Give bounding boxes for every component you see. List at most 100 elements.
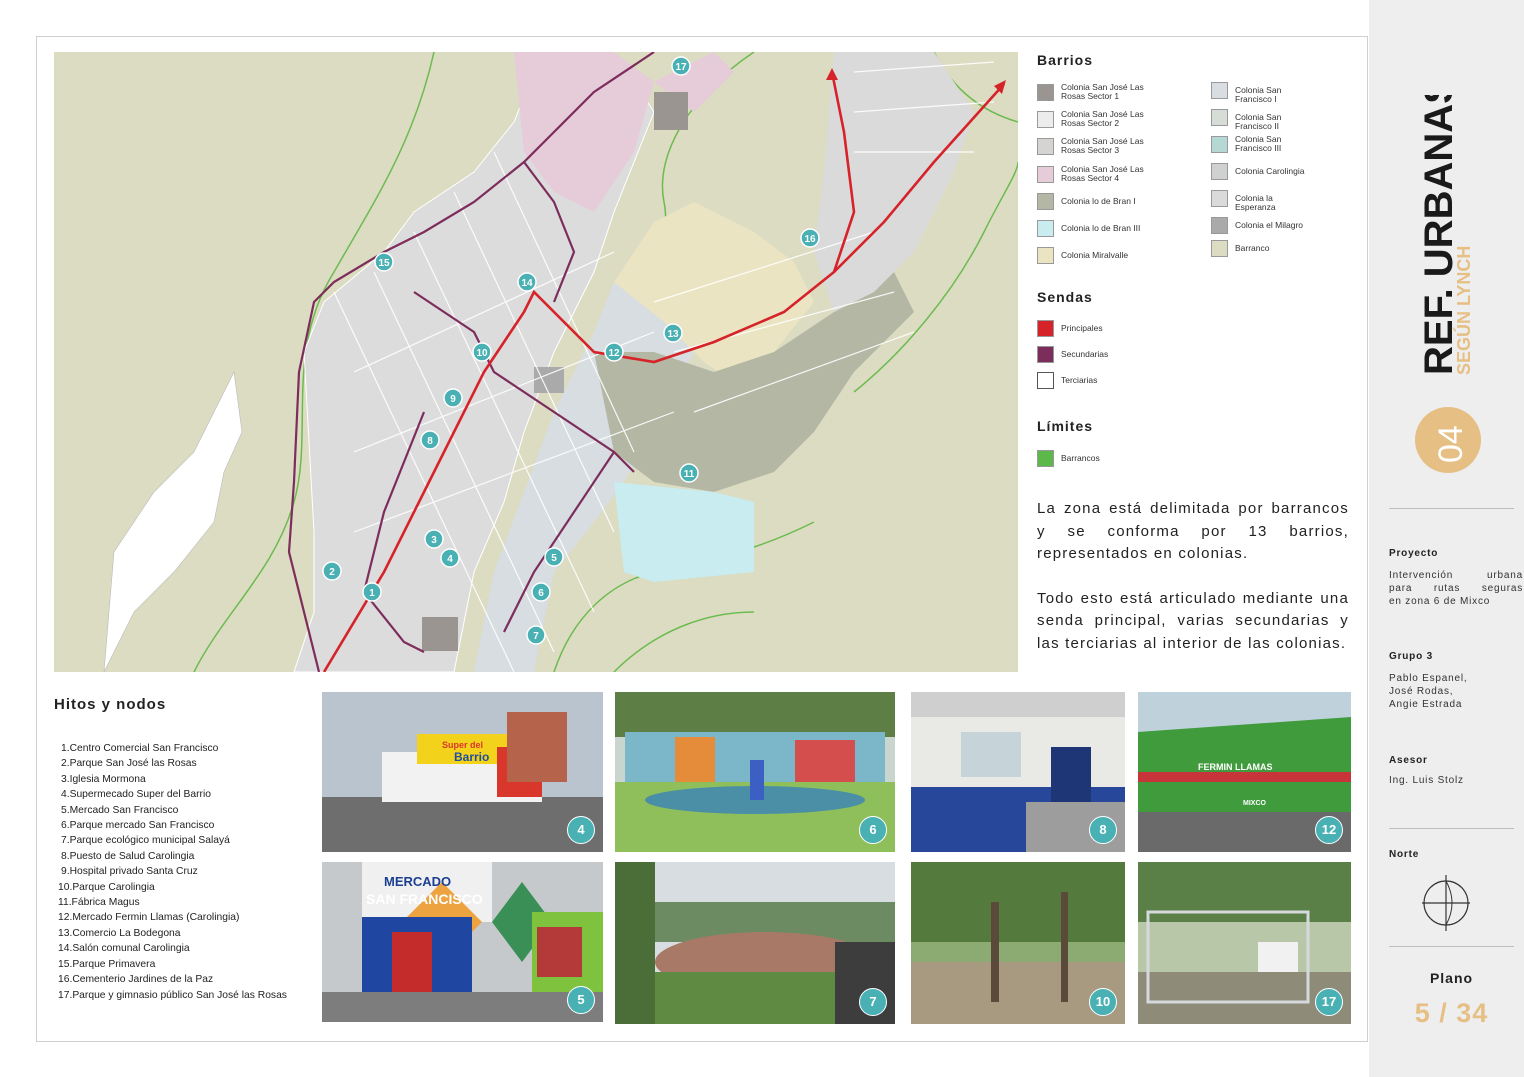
svg-text:1: 1 (369, 588, 375, 599)
proyecto-text: Intervención urbana para rutas seguras e… (1389, 570, 1523, 607)
senda-label: Principales (1061, 323, 1103, 333)
svg-text:12: 12 (608, 348, 620, 359)
map-marker-12: 12 (604, 342, 624, 362)
divider (1389, 508, 1514, 509)
photo-badge: 5 (567, 986, 595, 1014)
barrio-swatch (1037, 166, 1054, 183)
photo-badge: 6 (859, 816, 887, 844)
photo-badge: 10 (1089, 988, 1117, 1016)
senda-swatch (1037, 372, 1054, 389)
svg-text:7: 7 (533, 631, 539, 642)
photo-parque-mercado: 6 (615, 692, 895, 852)
legend-barrios-title: Barrios (1037, 52, 1094, 68)
barrio-label: Colonia San José Las Rosas Sector 3 (1061, 136, 1144, 155)
barrio-swatch (1211, 109, 1228, 126)
svg-text:6: 6 (538, 588, 544, 599)
barrio-swatch (1211, 217, 1228, 234)
barrio-label: Colonia Miralvalle (1061, 250, 1129, 260)
svg-text:8: 8 (427, 436, 433, 447)
norte-label: Norte (1389, 849, 1420, 860)
hito-item: 1.Centro Comercial San Francisco (61, 743, 219, 754)
barrio-swatch (1211, 82, 1228, 99)
divider (1389, 946, 1514, 947)
map-marker-11: 11 (679, 463, 699, 483)
photo-badge: 8 (1089, 816, 1117, 844)
svg-text:MERCADO: MERCADO (384, 874, 451, 889)
grupo-members: Pablo Espanel, José Rodas, Angie Estrada (1389, 673, 1468, 710)
hito-item: 7.Parque ecológico municipal Salayá (61, 835, 230, 847)
svg-text:10: 10 (476, 348, 488, 359)
barrio-label: Barranco (1235, 243, 1270, 253)
proyecto-label: Proyecto (1389, 548, 1439, 559)
svg-text:2: 2 (329, 567, 335, 578)
north-arrow-icon (1422, 875, 1470, 931)
hito-item: 11.Fábrica Magus (58, 897, 140, 909)
photo-mercado-san-francisco: MERCADO SAN FRANCISCO 5 (322, 862, 603, 1022)
svg-text:5: 5 (551, 553, 557, 564)
map-marker-6: 6 (531, 582, 551, 602)
senda-swatch (1037, 346, 1054, 363)
map-marker-5: 5 (544, 547, 564, 567)
hito-item: 12.Mercado Fermin Llamas (Carolingia) (58, 912, 240, 924)
svg-text:FERMIN LLAMAS: FERMIN LLAMAS (1198, 762, 1273, 772)
svg-text:17: 17 (675, 62, 687, 73)
senda-label: Secundarias (1061, 349, 1109, 359)
hitos-title: Hitos y nodos (54, 696, 167, 713)
svg-text:Super del: Super del (442, 740, 483, 750)
hitos-list: 1.Centro Comercial San Francisco 2.Parque… (58, 741, 287, 1003)
barrio-swatch (1211, 190, 1228, 207)
hito-item: 9.Hospital privado Santa Cruz (61, 866, 198, 878)
hito-item: 3.Iglesia Mormona (61, 773, 146, 785)
limite-label: Barrancos (1061, 453, 1100, 463)
barrio-label: Colonia la Esperanza (1235, 193, 1276, 212)
svg-text:Barrio: Barrio (454, 750, 489, 764)
photo-mercado-fermin-llamas: FERMIN LLAMAS MIXCO 12 (1138, 692, 1351, 852)
barrio-swatch (1037, 193, 1054, 210)
hito-item: 13.Comercio La Bodegona (58, 927, 181, 939)
plano-label: Plano (1429, 970, 1474, 986)
photo-parque-gimnasio: 17 (1138, 862, 1351, 1024)
map-marker-8: 8 (420, 430, 440, 450)
barrio-label: Colonia San José Las Rosas Sector 1 (1061, 82, 1144, 101)
site-map: 1 2 3 4 5 6 7 8 9 10 11 12 13 14 15 16 1… (54, 52, 1018, 672)
photo-parque-salaya: 7 (615, 862, 895, 1024)
barrio-swatch (1037, 220, 1054, 237)
map-marker-1: 1 (362, 582, 382, 602)
map-marker-15: 15 (374, 252, 394, 272)
photo-badge: 17 (1315, 988, 1343, 1016)
hito-item: 10.Parque Carolingia (58, 881, 155, 893)
svg-text:13: 13 (667, 329, 679, 340)
map-marker-13: 13 (663, 323, 683, 343)
sheet-number: 04 (1432, 425, 1470, 463)
barrio-label: Colonia San Francisco II (1235, 112, 1282, 131)
svg-text:11: 11 (684, 469, 695, 480)
barrio-label: Colonia Carolingia (1235, 166, 1305, 176)
svg-text:SAN FRANCISCO: SAN FRANCISCO (366, 891, 483, 907)
photo-badge: 4 (567, 816, 595, 844)
barrio-label: Colonia lo de Bran III (1061, 223, 1141, 233)
barrio-swatch (1037, 138, 1054, 155)
hito-item: 8.Puesto de Salud Carolingia (61, 850, 195, 862)
barrio-swatch (1037, 84, 1054, 101)
plano-number: 5 / 34 (1414, 998, 1489, 1028)
map-marker-10: 10 (472, 342, 492, 362)
legend-limites-title: Límites (1037, 418, 1094, 434)
map-marker-3: 3 (424, 529, 444, 549)
svg-text:14: 14 (521, 278, 533, 289)
description-paragraph: La zona está delimitada por barrancos y … (1037, 500, 1349, 562)
photo-parque-carolingia: 10 (911, 862, 1125, 1024)
legend-sendas-title: Sendas (1037, 289, 1093, 305)
barrio-label: Colonia el Milagro (1235, 220, 1304, 230)
hito-item: 6.Parque mercado San Francisco (61, 820, 215, 832)
barrio-swatch (1037, 247, 1054, 264)
map-marker-2: 2 (322, 561, 342, 581)
barrio-label: Colonia San Francisco III (1235, 134, 1282, 153)
photo-badge: 12 (1315, 816, 1343, 844)
svg-text:4: 4 (447, 554, 453, 565)
barrio-label: Colonia lo de Bran I (1061, 196, 1136, 206)
hito-item: 2.Parque San José las Rosas (61, 758, 197, 770)
hito-item: 4.Supermecado Super del Barrio (61, 789, 211, 801)
photo-puesto-salud: 8 (911, 692, 1125, 852)
barrio-label: Colonia San José Las Rosas Sector 2 (1061, 109, 1144, 128)
senda-swatch (1037, 320, 1054, 337)
